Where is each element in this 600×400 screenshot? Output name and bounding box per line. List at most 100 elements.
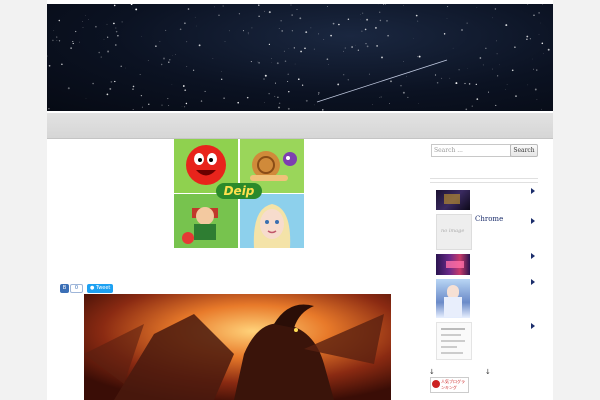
star: [344, 47, 346, 49]
star: [168, 61, 170, 63]
ad-tile-princess[interactable]: [240, 194, 304, 248]
star: [527, 4, 529, 5]
star: [485, 47, 487, 49]
star: [258, 62, 260, 64]
anime-girl-thumbnail: [436, 279, 470, 318]
star: [487, 91, 490, 93]
star: [287, 73, 289, 75]
star: [223, 97, 225, 99]
tweet-label: Tweet: [95, 285, 111, 291]
star: [120, 65, 122, 67]
star: [194, 16, 196, 18]
star: [48, 108, 50, 110]
sidebar-item-4[interactable]: [430, 279, 538, 319]
down-arrow-icon: ↓: [429, 368, 435, 376]
star: [125, 67, 126, 69]
star: [539, 22, 541, 24]
sidebar-item-label[interactable]: Chrome: [475, 215, 503, 223]
star: [300, 50, 303, 53]
star: [186, 41, 188, 43]
star: [301, 84, 304, 86]
star: [452, 47, 454, 49]
star: [547, 48, 550, 51]
star: [268, 93, 270, 95]
ad-banner[interactable]: Deip: [174, 139, 304, 248]
star: [455, 82, 458, 85]
star: [274, 82, 276, 84]
star: [53, 30, 55, 31]
cartoon-boy-character-icon: [174, 194, 238, 248]
princess-character-icon: [240, 194, 304, 248]
star: [449, 77, 451, 79]
star: [330, 34, 332, 37]
star: [132, 85, 135, 88]
blog-ranking-banner[interactable]: 人気ブログランキング: [430, 377, 469, 393]
star: [163, 57, 165, 60]
document-thumbnail: [436, 322, 472, 360]
star: [264, 74, 267, 77]
star: [533, 68, 535, 70]
star: [218, 14, 220, 16]
ranking-banner-text: 人気ブログランキング: [441, 379, 465, 390]
bookmark-icon: B: [62, 285, 67, 291]
star: [497, 75, 499, 77]
star: [461, 29, 463, 31]
star: [228, 30, 230, 32]
no-image-text: no image: [441, 228, 465, 234]
star: [511, 69, 514, 72]
star: [533, 14, 535, 16]
star: [347, 18, 350, 21]
star: [85, 15, 86, 17]
bookmark-button[interactable]: B: [60, 284, 69, 293]
star: [293, 47, 295, 49]
article-image[interactable]: [84, 294, 391, 400]
star: [322, 109, 324, 111]
search-button[interactable]: Search: [510, 144, 538, 157]
star: [251, 27, 253, 29]
header-banner[interactable]: [47, 4, 553, 111]
star: [471, 105, 473, 107]
star: [403, 61, 404, 62]
star: [389, 103, 390, 104]
star: [287, 107, 290, 110]
dark-game-thumbnail: [436, 190, 470, 210]
sidebar-item-3[interactable]: [430, 253, 538, 277]
star: [526, 35, 529, 38]
star: [148, 103, 150, 105]
star: [466, 22, 468, 24]
star: [458, 69, 460, 71]
ad-tile-boy[interactable]: [174, 194, 238, 248]
star: [527, 84, 529, 86]
star: [299, 17, 302, 20]
tweet-button[interactable]: ● Tweet: [87, 284, 113, 293]
star: [276, 62, 279, 65]
star: [499, 64, 500, 66]
star: [82, 21, 83, 22]
star: [115, 27, 117, 29]
star: [130, 4, 133, 6]
sidebar-item-5[interactable]: [430, 322, 538, 360]
star: [179, 28, 182, 31]
star: [237, 101, 239, 104]
sidebar-item-1[interactable]: [430, 188, 538, 212]
sidebar-item-2[interactable]: no image Chrome: [430, 214, 538, 250]
star: [132, 88, 134, 90]
star: [263, 78, 265, 80]
star: [332, 22, 335, 25]
star: [169, 59, 171, 61]
star: [343, 50, 344, 52]
star: [291, 30, 293, 32]
star: [117, 35, 119, 37]
star: [313, 48, 315, 50]
star: [402, 91, 405, 94]
star: [113, 4, 116, 7]
star: [139, 74, 141, 75]
star: [515, 95, 517, 97]
star: [214, 6, 215, 8]
star: [447, 6, 449, 8]
chevron-right-icon: [531, 188, 535, 194]
star: [436, 82, 439, 84]
star: [48, 64, 51, 67]
search-input[interactable]: Search ...: [431, 144, 511, 157]
star: [297, 78, 300, 81]
